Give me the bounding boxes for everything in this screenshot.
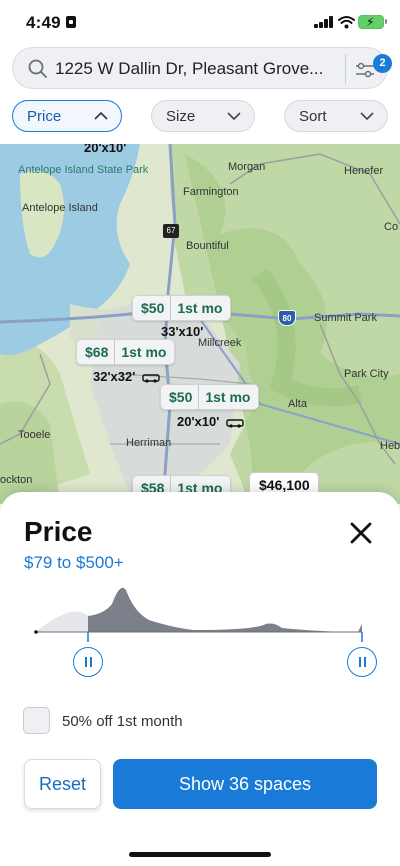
size-label: 32'x32' [93,369,160,384]
place-label: Morgan [228,161,266,173]
state-route-shield: 67 [163,224,179,238]
place-label: Antelope Island State Park [18,164,149,176]
search-icon [28,59,47,78]
half-off-first-month-checkbox[interactable] [23,707,50,734]
marker-promo: 1st mo [205,389,251,405]
wifi-icon [338,16,355,29]
place-label: Herriman [126,437,172,449]
sort-chip[interactable]: Sort [284,100,388,132]
chevron-down-icon [360,112,374,121]
place-label: Farmington [183,186,239,198]
battery-charging-icon: ⚡ [358,15,387,29]
max-price-slider-handle[interactable] [347,647,377,677]
marker-price: $68 [77,340,116,364]
place-label: Summit Park [314,312,377,324]
price-marker[interactable]: $68 1st mo [76,339,176,365]
place-label: ockton [0,474,33,486]
vehicle-icon [142,374,160,383]
vehicle-icon [226,419,244,428]
chevron-down-icon [227,112,241,121]
place-label: Co [384,221,399,233]
size-label: 20'x10' [84,144,127,155]
search-input[interactable]: 1225 W Dallin Dr, Pleasant Grove... 2 [12,47,392,89]
sort-chip-label: Sort [299,108,327,125]
price-histogram [34,587,363,642]
place-label: Park City [344,368,389,380]
sheet-title: Price [24,516,93,547]
place-label: Alta [288,398,307,410]
price-filter-chip[interactable]: Price [12,100,122,132]
min-price-slider-handle[interactable] [73,647,103,677]
search-row: 1225 W Dallin Dr, Pleasant Grove... 2 [0,44,400,94]
marker-promo: 1st mo [177,300,223,316]
price-range-text: $79 to $500+ [24,553,124,572]
status-time: 4:49 [26,13,61,32]
size-chip-label: Size [166,108,196,125]
size-label: 33'x10' [161,324,204,339]
reset-button[interactable]: Reset [24,759,101,809]
marker-price: $50 [161,385,200,409]
show-spaces-button[interactable]: Show 36 spaces [113,759,377,809]
map-view[interactable]: Antelope Island State Park Antelope Isla… [0,144,400,504]
place-label: Henefer [344,165,384,177]
place-label: Bountiful [186,240,229,252]
price-marker[interactable]: $50 1st mo [132,295,232,321]
close-icon[interactable] [346,518,376,548]
cellular-signal-icon [314,16,334,28]
place-label: Heb [380,440,400,452]
place-label: Tooele [18,429,51,441]
size-label: 20'x10' [177,414,244,429]
filter-chip-row: Price Size Sort [0,94,400,144]
home-indicator [129,852,271,857]
checkbox-label: 50% off 1st month [62,713,183,730]
size-filter-chip[interactable]: Size [151,100,255,132]
status-bar: 4:49 ⚡ [0,0,400,44]
price-filter-sheet: Price $79 to $500+ 50% off 1st month Res… [0,492,400,866]
filter-count-badge: 2 [373,54,392,73]
marker-price: $50 [133,296,172,320]
price-chip-label: Price [27,108,62,125]
chevron-up-icon [94,111,108,120]
search-query-text: 1225 W Dallin Dr, Pleasant Grove... [55,59,324,78]
marker-promo: 1st mo [121,344,167,360]
interstate-shield: 80 [278,310,296,326]
price-marker[interactable]: $50 1st mo [160,384,260,410]
place-label: Millcreek [198,337,242,349]
place-label: Antelope Island [22,202,98,214]
orientation-lock-icon [66,16,76,28]
